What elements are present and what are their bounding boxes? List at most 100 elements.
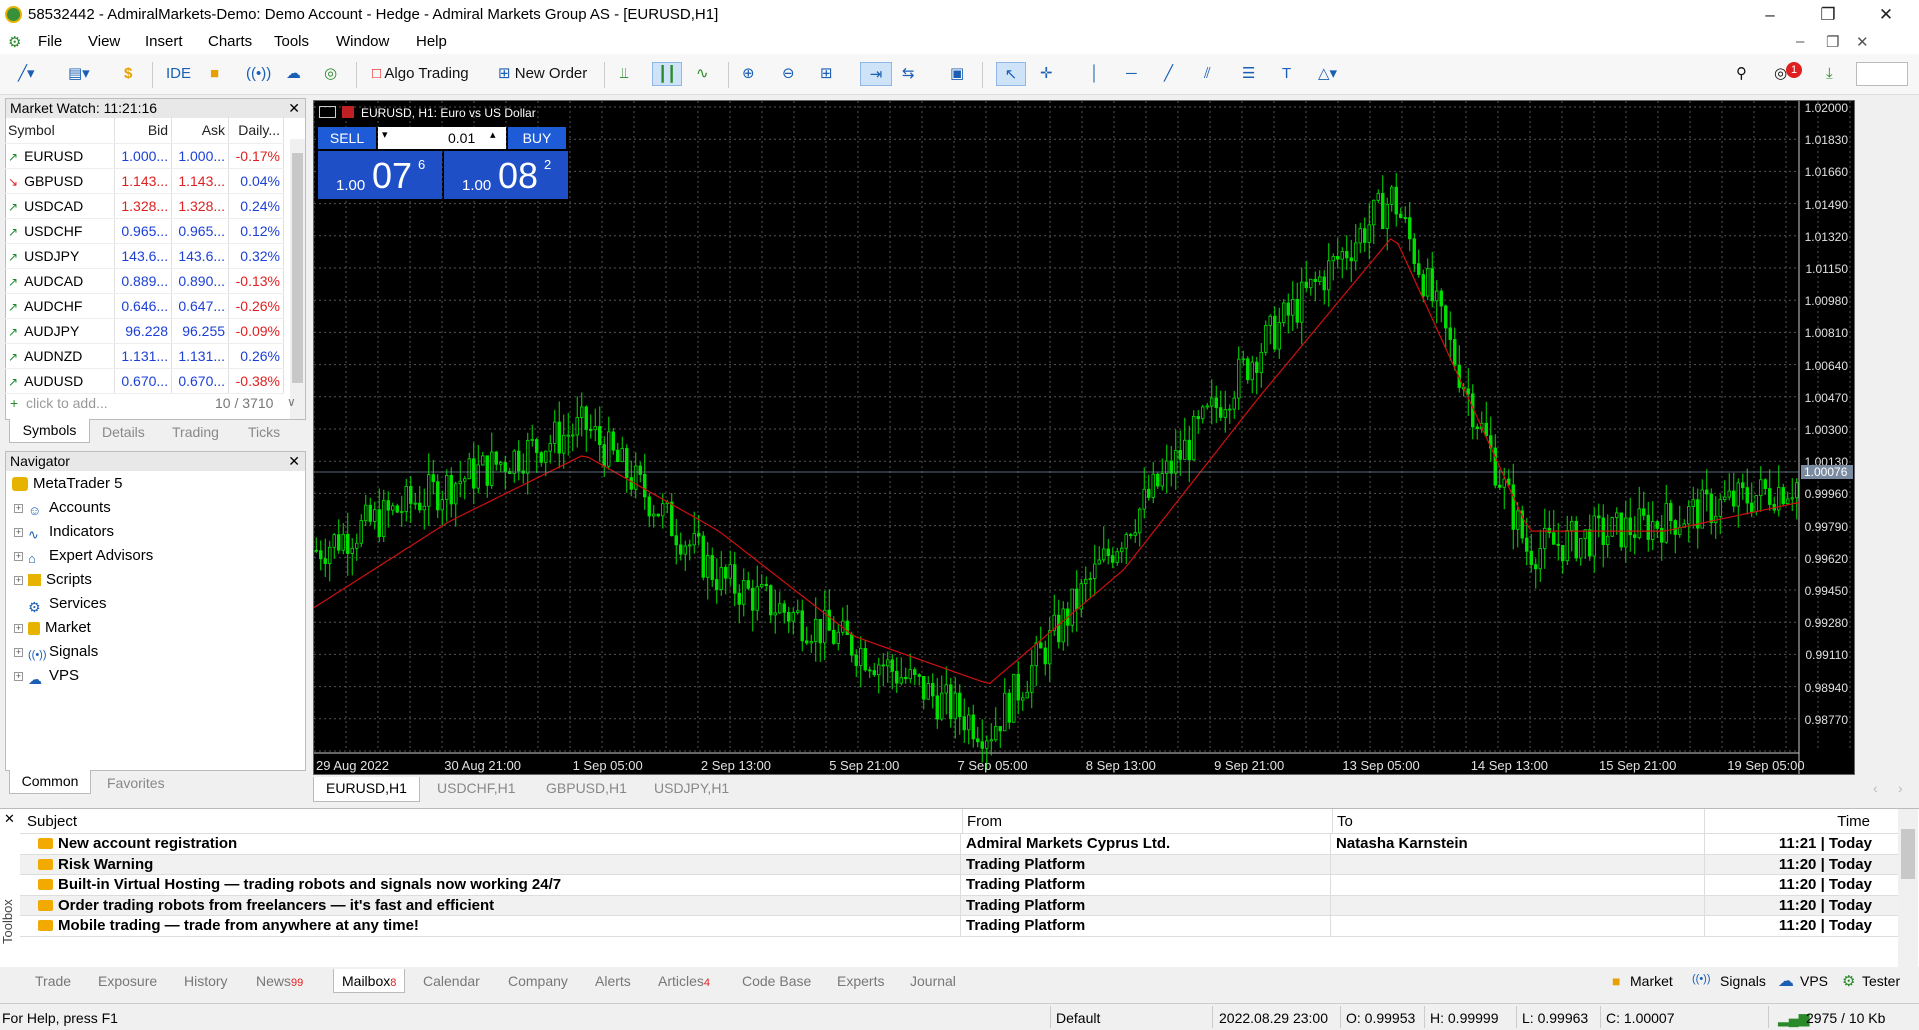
mdi-minimize-button[interactable]: – <box>1796 33 1804 50</box>
chart-shift-icon[interactable]: ⇆ <box>902 62 915 86</box>
tab-ticks[interactable]: Ticks <box>248 424 280 440</box>
toolbox-tab-trade[interactable]: Trade <box>35 973 71 989</box>
mail-row[interactable]: Risk Warning Trading Platform 11:20 | Toda… <box>20 854 1898 875</box>
vertical-line-icon[interactable]: │ <box>1090 62 1099 86</box>
mail-row[interactable]: New account registration Admiral Markets … <box>20 834 1898 855</box>
lot-decrease-icon[interactable]: ▾ <box>382 128 388 141</box>
right-tab-signals[interactable]: Signals <box>1720 973 1766 989</box>
nav-item-signals[interactable]: + ((•)) Signals <box>14 642 98 662</box>
vps-cloud-icon[interactable]: ☁ <box>286 62 301 86</box>
nav-item-accounts[interactable]: + ☺ Accounts <box>14 498 111 518</box>
count-chevron-icon[interactable]: ∨ <box>287 395 296 409</box>
menu-insert[interactable]: Insert <box>145 33 183 50</box>
tabs-scroll-right-icon[interactable]: › <box>1898 780 1903 796</box>
menu-help[interactable]: Help <box>416 33 447 50</box>
market-watch-row[interactable]: ↗ AUDUSD 0.670... 0.670... -0.38% <box>5 368 284 394</box>
market-watch-row[interactable]: ↗ AUDJPY 96.228 96.255 -0.09% <box>5 318 284 344</box>
nav-item-services[interactable]: ⚙ Services <box>28 594 107 615</box>
toolbox-tab-code-base[interactable]: Code Base <box>742 973 811 989</box>
minimize-button[interactable]: – <box>1742 0 1798 29</box>
market-bag-icon[interactable]: ■ <box>210 62 219 86</box>
app-menu-icon[interactable]: ⚙ <box>8 33 21 51</box>
nav-item-vps[interactable]: + ☁ VPS <box>14 666 79 687</box>
nav-item-market[interactable]: + Market <box>14 618 91 638</box>
mdi-restore-button[interactable]: ❐ <box>1826 33 1839 51</box>
navigator-close-icon[interactable]: ✕ <box>288 452 300 471</box>
lot-size-value[interactable]: 0.01 <box>448 130 475 146</box>
col-daily-change[interactable]: Daily... <box>228 118 284 144</box>
col-time[interactable]: Time <box>1704 809 1872 834</box>
market-watch-row[interactable]: ↗ USDCHF 0.965... 0.965... 0.12% <box>5 218 284 244</box>
market-watch-close-icon[interactable]: ✕ <box>288 99 300 118</box>
candlestick-icon[interactable]: ┃┃ <box>652 62 682 86</box>
market-watch-scrollbar[interactable] <box>290 139 305 419</box>
market-watch-row[interactable]: ↗ AUDNZD 1.131... 1.131... 0.26% <box>5 343 284 369</box>
lot-size-stepper[interactable]: ▾ 0.01 ▴ <box>378 127 506 149</box>
sell-button[interactable]: SELL <box>318 127 376 149</box>
toolbox-tab-articles[interactable]: Articles4 <box>658 973 710 989</box>
chart-window[interactable]: EURUSD, H1: Euro vs US Dollar SELL ▾ 0.0… <box>313 100 1855 775</box>
algo-trading-button[interactable]: □ Algo Trading <box>372 62 469 86</box>
chart-menu-icon[interactable] <box>319 106 336 118</box>
col-symbol[interactable]: Symbol <box>5 118 116 144</box>
col-ask[interactable]: Ask <box>171 118 230 144</box>
mailbox-scrollbar[interactable] <box>1898 809 1918 967</box>
maximize-button[interactable]: ❐ <box>1800 0 1856 29</box>
auto-scroll-icon[interactable]: ⇥ <box>860 62 892 86</box>
toolbox-tab-exposure[interactable]: Exposure <box>98 973 157 989</box>
toolbox-tab-calendar[interactable]: Calendar <box>423 973 480 989</box>
market-watch-row[interactable]: ↗ EURUSD 1.000... 1.000... -0.17% <box>5 143 284 169</box>
mdi-close-button[interactable]: ✕ <box>1856 33 1869 51</box>
quick-search-input[interactable] <box>1856 62 1908 86</box>
mail-row[interactable]: Built-in Virtual Hosting — trading robot… <box>20 875 1898 896</box>
tab-symbols[interactable]: Symbols <box>9 419 90 443</box>
new-order-button[interactable]: ⊞ New Order <box>498 62 587 86</box>
nav-item-indicators[interactable]: + ∿ Indicators <box>14 522 114 542</box>
horizontal-line-icon[interactable]: ─ <box>1126 62 1137 86</box>
toolbox-close-icon[interactable]: ✕ <box>4 811 15 827</box>
dollar-icon[interactable]: $ <box>124 62 132 86</box>
col-from[interactable]: From <box>962 809 1002 834</box>
mail-row[interactable]: Order trading robots from freelancers — … <box>20 895 1898 916</box>
chart-tab-gbpusd[interactable]: GBPUSD,H1 <box>546 780 627 796</box>
col-to[interactable]: To <box>1332 809 1353 834</box>
lot-increase-icon[interactable]: ▴ <box>490 128 496 141</box>
menu-view[interactable]: View <box>88 33 120 50</box>
market-watch-row[interactable]: ↗ AUDCHF 0.646... 0.647... -0.26% <box>5 293 284 319</box>
ide-button[interactable]: IDE <box>166 62 191 86</box>
market-watch-row[interactable]: ↗ AUDCAD 0.889... 0.890... -0.13% <box>5 268 284 294</box>
market-watch-row[interactable]: ↗ USDJPY 143.6... 143.6... 0.32% <box>5 243 284 269</box>
shapes-icon[interactable]: △▾ <box>1318 62 1337 86</box>
notifications-icon[interactable]: ◎ <box>1774 62 1787 86</box>
chart-type-icon[interactable]: ╱▾ <box>18 62 35 86</box>
buy-price-box[interactable]: 1.00 08 2 <box>444 151 568 199</box>
toolbox-tab-experts[interactable]: Experts <box>837 973 884 989</box>
nav-item-expert-advisors[interactable]: + ⌂ Expert Advisors <box>14 546 153 566</box>
channel-icon[interactable]: ⫽ <box>1204 62 1211 86</box>
toolbox-tab-mailbox[interactable]: Mailbox8 <box>333 969 406 993</box>
tab-details[interactable]: Details <box>102 424 145 440</box>
close-button[interactable]: ✕ <box>1858 0 1914 29</box>
tabs-scroll-left-icon[interactable]: ‹ <box>1873 780 1878 796</box>
menu-tools[interactable]: Tools <box>274 33 309 50</box>
right-tab-market[interactable]: Market <box>1630 973 1673 989</box>
status-profile[interactable]: Default <box>1056 1010 1100 1026</box>
tab-common[interactable]: Common <box>9 770 91 794</box>
buy-button[interactable]: BUY <box>508 127 566 149</box>
right-tab-vps[interactable]: VPS <box>1800 973 1828 989</box>
menu-charts[interactable]: Charts <box>208 33 252 50</box>
toolbox-tab-company[interactable]: Company <box>508 973 568 989</box>
tile-windows-icon[interactable]: ⊞ <box>820 62 833 86</box>
chart-tab-usdchf[interactable]: USDCHF,H1 <box>437 780 516 796</box>
menu-file[interactable]: File <box>38 33 62 50</box>
toolbox-tab-alerts[interactable]: Alerts <box>595 973 631 989</box>
chart-tab-eurusd[interactable]: EURUSD,H1 <box>313 777 420 802</box>
col-bid[interactable]: Bid <box>114 118 173 144</box>
text-icon[interactable]: T <box>1282 62 1291 86</box>
nav-root[interactable]: MetaTrader 5 <box>12 474 122 494</box>
market-watch-row[interactable]: ↗ USDCAD 1.328... 1.328... 0.24% <box>5 193 284 219</box>
market-watch-add-row[interactable]: + click to add... <box>10 395 108 411</box>
menu-window[interactable]: Window <box>336 33 389 50</box>
fibonacci-icon[interactable]: ☰ <box>1242 62 1255 86</box>
bar-chart-icon[interactable]: ⫫ <box>620 62 628 86</box>
